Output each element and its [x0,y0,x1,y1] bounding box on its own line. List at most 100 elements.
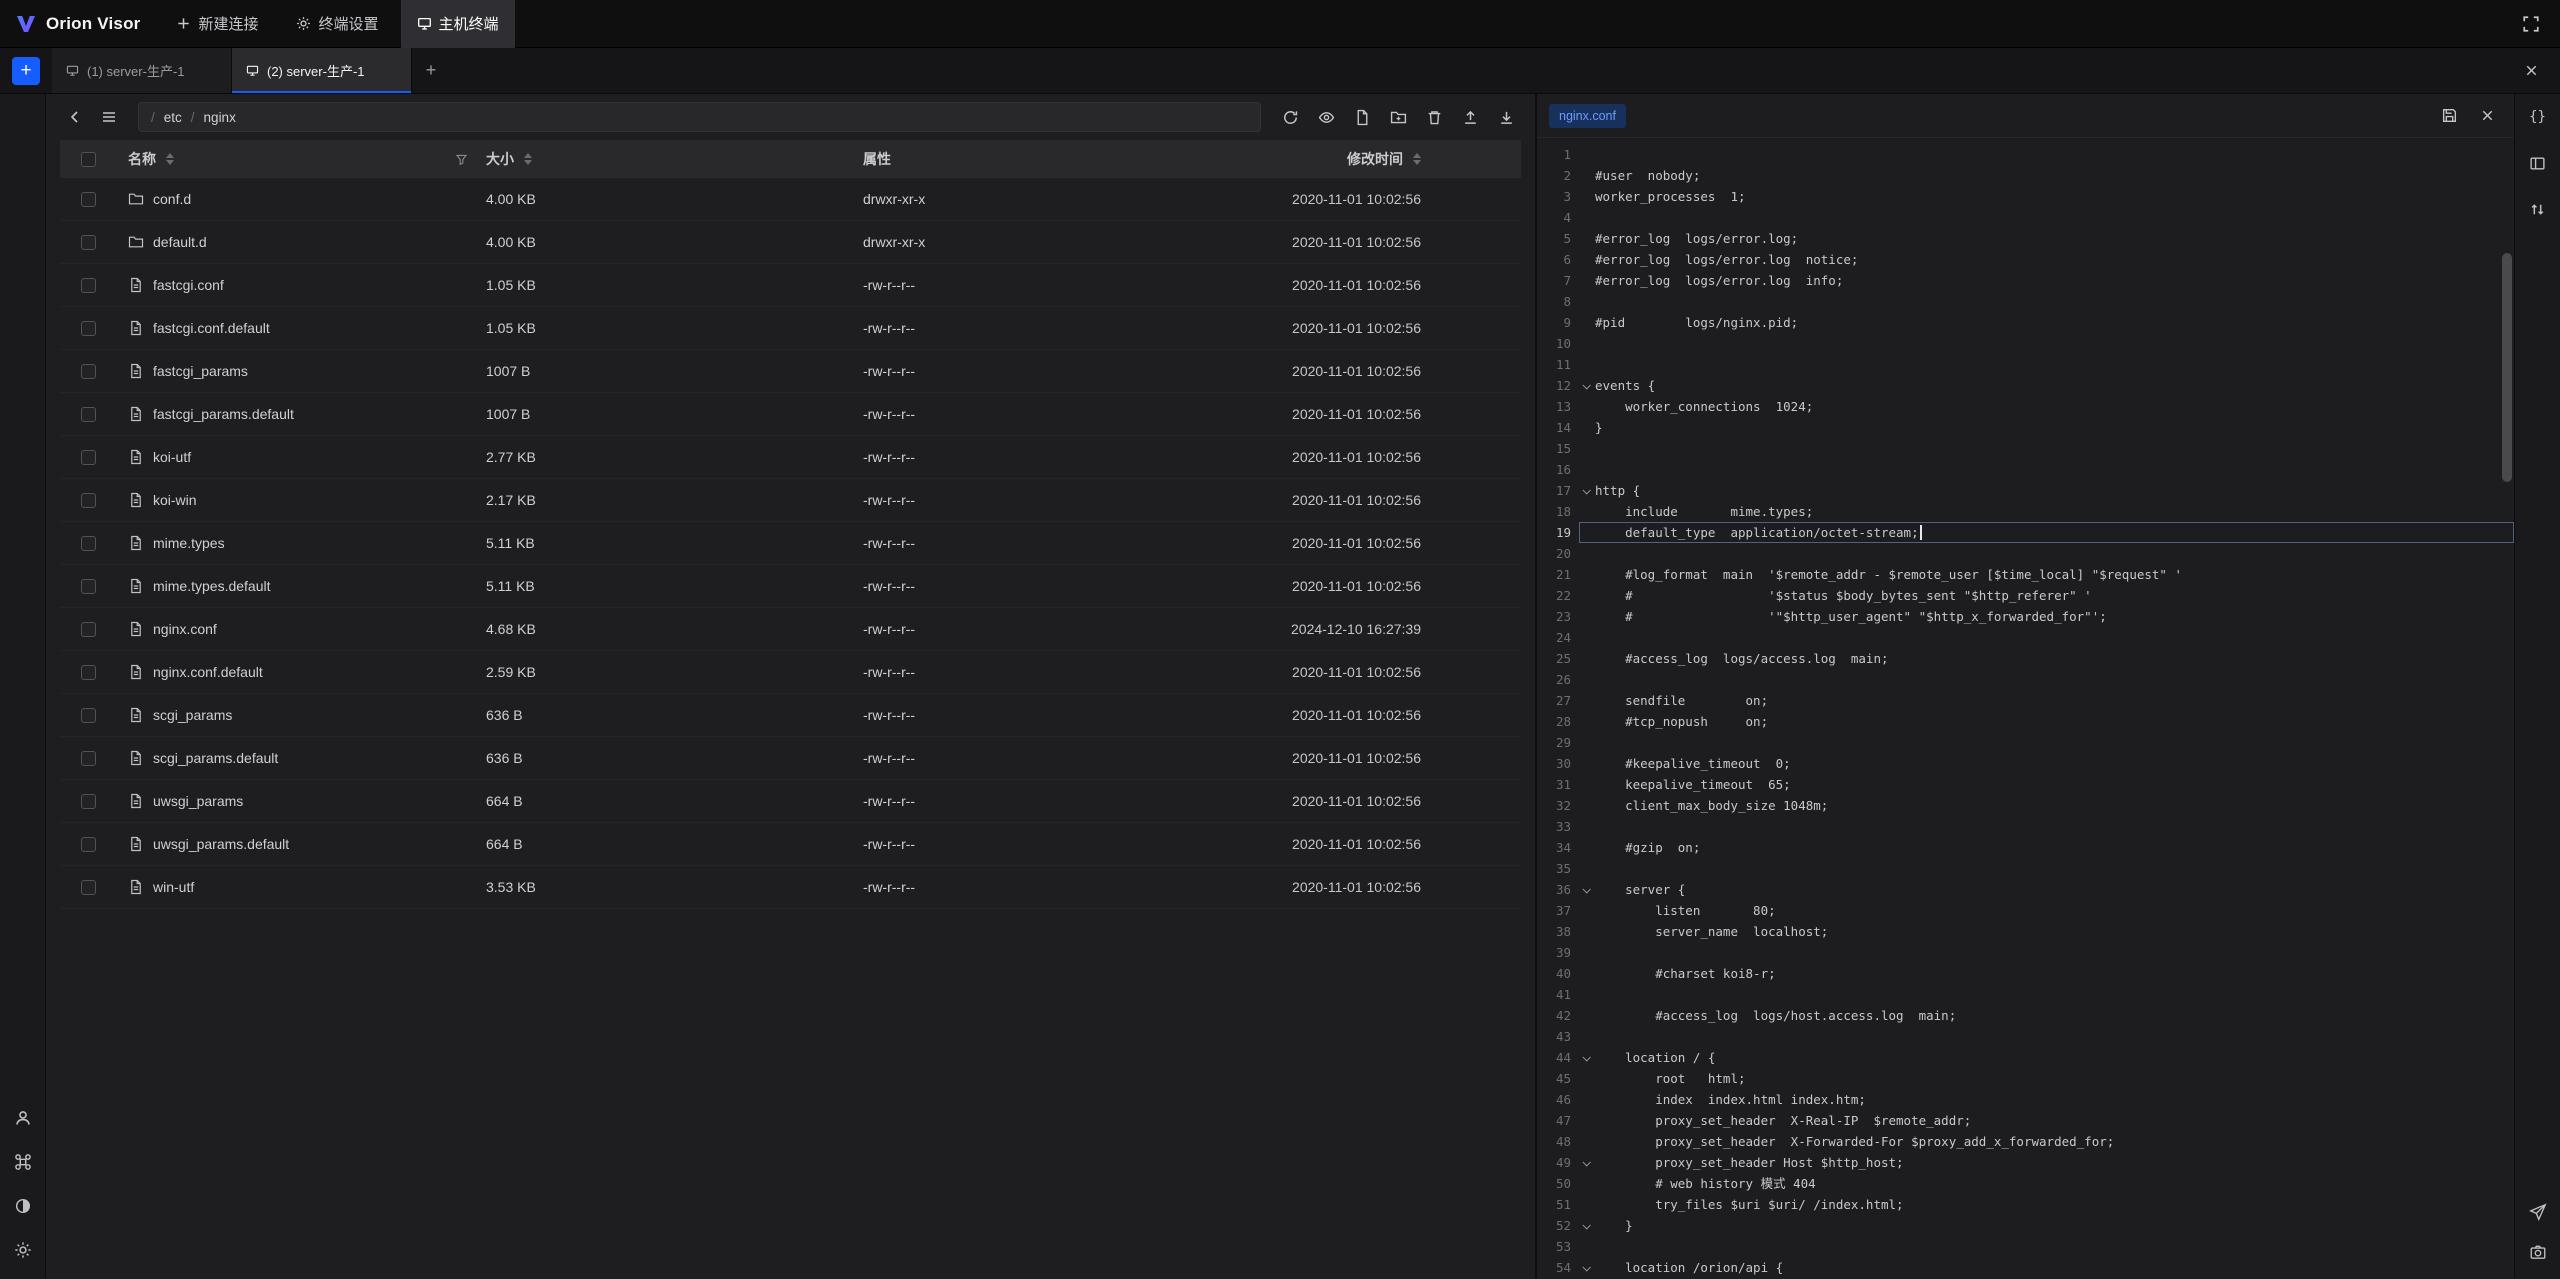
code-line[interactable]: 25 #access_log logs/access.log main; [1537,648,2514,669]
file-row[interactable]: koi-win2.17 KB-rw-r--r--2020-11-01 10:02… [60,479,1521,522]
file-name[interactable]: nginx.conf.default [116,664,486,680]
code-line[interactable]: 19 default_type application/octet-stream… [1537,522,2514,543]
fold-toggle-icon[interactable] [1577,1257,1595,1278]
code-line[interactable]: 3worker_processes 1; [1537,186,2514,207]
row-checkbox[interactable] [60,794,116,809]
column-header-mtime[interactable]: 修改时间 [1240,149,1521,169]
row-checkbox[interactable] [60,708,116,723]
code-line[interactable]: 32 client_max_body_size 1048m; [1537,795,2514,816]
file-row[interactable]: fastcgi_params.default1007 B-rw-r--r--20… [60,393,1521,436]
nav-item-new-connection[interactable]: 新建连接 [160,0,274,48]
new-file-button[interactable] [1347,102,1377,132]
row-checkbox[interactable] [60,579,116,594]
row-checkbox[interactable] [60,321,116,336]
code-line[interactable]: 36 server { [1537,879,2514,900]
code-line[interactable]: 31 keepalive_timeout 65; [1537,774,2514,795]
code-line[interactable]: 16 [1537,459,2514,480]
code-line[interactable]: 18 include mime.types; [1537,501,2514,522]
file-name[interactable]: fastcgi_params [116,363,486,379]
sort-icon[interactable] [166,153,174,165]
nav-item-terminal-settings[interactable]: 终端设置 [280,0,394,48]
code-line[interactable]: 10 [1537,333,2514,354]
code-line[interactable]: 49 proxy_set_header Host $http_host; [1537,1152,2514,1173]
shortcut-button[interactable] [8,1147,38,1177]
code-line[interactable]: 45 root html; [1537,1068,2514,1089]
code-line[interactable]: 14} [1537,417,2514,438]
sort-icon[interactable] [524,153,532,165]
close-panel-button[interactable] [2516,56,2546,86]
row-checkbox[interactable] [60,536,116,551]
file-name[interactable]: fastcgi_params.default [116,406,486,422]
settings-button[interactable] [8,1235,38,1265]
code-line[interactable]: 30 #keepalive_timeout 0; [1537,753,2514,774]
code-line[interactable]: 17http { [1537,480,2514,501]
download-button[interactable] [1491,102,1521,132]
file-name[interactable]: koi-win [116,492,486,508]
file-name[interactable]: uwsgi_params.default [116,836,486,852]
code-line[interactable]: 15 [1537,438,2514,459]
fold-toggle-icon[interactable] [1577,879,1595,900]
user-button[interactable] [8,1103,38,1133]
code-line[interactable]: 50 # web history 模式 404 [1537,1173,2514,1194]
back-button[interactable] [60,102,90,132]
new-tab-primary-button[interactable]: + [12,57,40,85]
file-row[interactable]: scgi_params636 B-rw-r--r--2020-11-01 10:… [60,694,1521,737]
editor-scrollbar[interactable] [2502,253,2512,482]
row-checkbox[interactable] [60,364,116,379]
row-checkbox[interactable] [60,192,116,207]
code-line[interactable]: 53 [1537,1236,2514,1257]
row-checkbox[interactable] [60,493,116,508]
breadcrumb-segment-nginx[interactable]: nginx [204,110,236,125]
toggle-hidden-files-button[interactable] [1311,102,1341,132]
row-checkbox[interactable] [60,880,116,895]
code-line[interactable]: 26 [1537,669,2514,690]
new-tab-button[interactable]: + [412,48,450,93]
new-folder-button[interactable] [1383,102,1413,132]
column-header-name[interactable]: 名称 [116,149,486,169]
send-command-button[interactable] [2523,1197,2553,1227]
code-line[interactable]: 44 location / { [1537,1047,2514,1068]
code-line[interactable]: 39 [1537,942,2514,963]
file-row[interactable]: koi-utf2.77 KB-rw-r--r--2020-11-01 10:02… [60,436,1521,479]
file-row[interactable]: fastcgi_params1007 B-rw-r--r--2020-11-01… [60,350,1521,393]
refresh-button[interactable] [1275,102,1305,132]
file-row[interactable]: conf.d4.00 KBdrwxr-xr-x2020-11-01 10:02:… [60,178,1521,221]
file-name[interactable]: koi-utf [116,449,486,465]
fullscreen-button[interactable] [2516,9,2546,39]
code-line[interactable]: 11 [1537,354,2514,375]
code-line[interactable]: 21 #log_format main '$remote_addr - $rem… [1537,564,2514,585]
code-line[interactable]: 34 #gzip on; [1537,837,2514,858]
file-name[interactable]: default.d [116,234,486,250]
code-line[interactable]: 28 #tcp_nopush on; [1537,711,2514,732]
code-line[interactable]: 37 listen 80; [1537,900,2514,921]
fold-toggle-icon[interactable] [1577,1152,1595,1173]
code-line[interactable]: 47 proxy_set_header X-Real-IP $remote_ad… [1537,1110,2514,1131]
code-line[interactable]: 38 server_name localhost; [1537,921,2514,942]
editor-file-tab[interactable]: nginx.conf [1549,104,1626,128]
file-name[interactable]: uwsgi_params [116,793,486,809]
file-row[interactable]: win-utf3.53 KB-rw-r--r--2020-11-01 10:02… [60,866,1521,909]
code-line[interactable]: 43 [1537,1026,2514,1047]
row-checkbox[interactable] [60,407,116,422]
select-all-checkbox[interactable] [60,152,116,167]
code-line[interactable]: 6#error_log logs/error.log notice; [1537,249,2514,270]
list-view-button[interactable] [94,102,124,132]
file-name[interactable]: fastcgi.conf.default [116,320,486,336]
code-line[interactable]: 5#error_log logs/error.log; [1537,228,2514,249]
code-panel-button[interactable]: {} [2523,102,2553,132]
code-line[interactable]: 33 [1537,816,2514,837]
code-line[interactable]: 40 #charset koi8-r; [1537,963,2514,984]
code-line[interactable]: 20 [1537,543,2514,564]
fold-toggle-icon[interactable] [1577,375,1595,396]
file-name[interactable]: scgi_params.default [116,750,486,766]
tab-server-1[interactable]: (1) server-生产-1 [52,48,232,93]
code-line[interactable]: 42 #access_log logs/host.access.log main… [1537,1005,2514,1026]
breadcrumb-segment-etc[interactable]: etc [164,110,182,125]
code-line[interactable]: 12events { [1537,375,2514,396]
code-line[interactable]: 48 proxy_set_header X-Forwarded-For $pro… [1537,1131,2514,1152]
row-checkbox[interactable] [60,622,116,637]
file-name[interactable]: mime.types.default [116,578,486,594]
row-checkbox[interactable] [60,450,116,465]
code-line[interactable]: 2#user nobody; [1537,165,2514,186]
code-line[interactable]: 41 [1537,984,2514,1005]
